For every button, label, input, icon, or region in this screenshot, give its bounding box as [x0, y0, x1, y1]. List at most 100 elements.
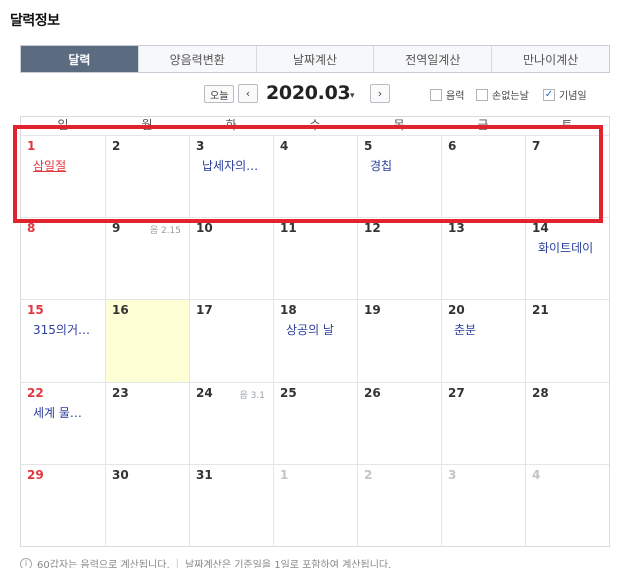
weekday-sat: 토 [561, 118, 573, 132]
day-number: 17 [196, 303, 213, 318]
calendar-day-cell[interactable]: 2 [105, 136, 189, 218]
calendar-day-cell[interactable]: 13 [441, 218, 525, 300]
weekday-header: 일 월 화 수 목 금 토 [21, 117, 609, 136]
day-number: 28 [532, 385, 549, 400]
weekday-wed: 수 [309, 118, 321, 132]
check-icon: ✓ [544, 88, 554, 100]
tab-age-calculator[interactable]: 만나이계산 [491, 46, 609, 72]
day-number: 18 [280, 303, 297, 318]
calendar-tabs: 달력 양음력변환 날짜계산 전역일계산 만나이계산 [20, 45, 610, 73]
calendar-day-cell[interactable]: 31 [189, 464, 273, 547]
calendar-day-cell[interactable]: 30 [105, 464, 189, 547]
anniversary-link[interactable]: 화이트데이 [538, 239, 603, 256]
anniversary-option-label: 기념일 [559, 91, 587, 102]
lunar-date: 음 3.1 [239, 390, 265, 401]
calendar-day-cell[interactable]: 4 [273, 136, 357, 218]
calendar-day-cell[interactable]: 7 [525, 136, 609, 218]
chevron-left-icon: ‹ [245, 87, 251, 100]
calendar-day-cell[interactable]: 3 납세자의… [189, 136, 273, 218]
calendar-day-cell[interactable]: 2 [357, 464, 441, 547]
calendar-day-cell[interactable]: 20 춘분 [441, 300, 525, 382]
calendar-day-cell[interactable]: 11 [273, 218, 357, 300]
anniversary-link[interactable]: 납세자의… [202, 157, 267, 174]
day-number: 2 [112, 139, 121, 153]
weekday-fri: 금 [477, 118, 489, 132]
calendar-day-cell[interactable]: 6 [441, 136, 525, 218]
day-number: 7 [532, 139, 541, 153]
day-number: 22 [27, 385, 44, 400]
day-number: 3 [196, 139, 205, 153]
calendar-day-cell[interactable]: 28 [525, 382, 609, 464]
anniversary-option[interactable]: ✓ 기념일 [543, 87, 587, 102]
page-title: 달력정보 [10, 13, 60, 29]
calendar-day-cell[interactable]: 14 화이트데이 [525, 218, 609, 300]
calendar-day-cell[interactable]: 8 [21, 218, 105, 299]
anniversary-link[interactable]: 경칩 [370, 157, 435, 174]
tab-lunar-converter[interactable]: 양음력변환 [137, 46, 256, 72]
calendar-day-cell[interactable]: 1 삼일절 [21, 136, 105, 217]
lunar-checkbox[interactable] [430, 88, 442, 101]
footer-separator: | [175, 558, 180, 568]
weekday-sun: 일 [57, 118, 69, 132]
tab-discharge-calculator[interactable]: 전역일계산 [373, 46, 492, 72]
day-number: 6 [448, 139, 457, 153]
month-label[interactable]: 2020.03 [266, 82, 351, 104]
day-number: 31 [196, 467, 213, 482]
day-number: 12 [364, 221, 381, 236]
calendar-day-cell[interactable]: 15 315의거… [21, 300, 105, 381]
calendar-day-cell[interactable]: 3 [441, 464, 525, 547]
calendar-day-cell[interactable]: 25 [273, 382, 357, 464]
day-number: 26 [364, 385, 381, 400]
calendar-day-cell[interactable]: 18 상공의 날 [273, 300, 357, 382]
holiday-link[interactable]: 삼일절 [33, 157, 99, 174]
day-number: 1 [27, 139, 36, 153]
day-number: 3 [448, 467, 457, 482]
footer-notes: i 60갑자는 음력으로 계산됩니다. | 날짜계산은 기준일을 1일로 포함하… [20, 556, 391, 568]
info-icon: i [20, 557, 32, 568]
calendar-day-cell[interactable]: 4 [525, 464, 609, 547]
anniversary-link[interactable]: 315의거… [33, 321, 99, 338]
calendar-day-cell[interactable]: 1 [273, 464, 357, 547]
anniversary-link[interactable]: 상공의 날 [286, 321, 351, 338]
calendar-day-cell[interactable]: 22 세계 물… [21, 383, 105, 464]
calendar-day-cell[interactable]: 5 경칩 [357, 136, 441, 218]
footer-note-date-calc: 날짜계산은 기준일을 1일로 포함하여 계산됩니다. [185, 560, 392, 568]
calendar-grid: 일 월 화 수 목 금 토 1 삼일절 2 3 납세자의… 4 5 경칩 6 7 8 9 음 2.15 1… [20, 116, 610, 547]
prev-month-button[interactable]: ‹ [238, 84, 258, 103]
day-number: 5 [364, 139, 373, 153]
calendar-day-cell[interactable]: 9음 2.15 [105, 218, 189, 300]
lunar-option[interactable]: 음력 [430, 87, 464, 102]
calendar-day-cell[interactable]: 29 [21, 465, 105, 547]
calendar-day-cell[interactable]: 16 [105, 300, 189, 382]
calendar-day-cell[interactable]: 12 [357, 218, 441, 300]
tab-calendar[interactable]: 달력 [21, 46, 138, 72]
calendar-weeks: 1 삼일절 2 3 납세자의… 4 5 경칩 6 7 8 9 음 2.15 10 11 12 13 14 화이트데이… [21, 136, 609, 547]
anniversary-link[interactable]: 세계 물… [33, 404, 99, 421]
next-month-button[interactable]: › [370, 84, 390, 103]
anniversary-checkbox[interactable]: ✓ [543, 88, 555, 101]
day-number: 29 [27, 467, 44, 482]
day-number: 23 [112, 385, 129, 400]
calendar-day-cell[interactable]: 23 [105, 382, 189, 464]
day-number: 20 [448, 303, 465, 318]
calendar-day-cell[interactable]: 10 [189, 218, 273, 300]
calendar-day-cell[interactable]: 24 음 3.1 [189, 382, 273, 464]
footer-note-ganji: 60갑자는 음력으로 계산됩니다. [37, 560, 170, 568]
tab-date-calculator[interactable]: 날짜계산 [255, 46, 374, 72]
caret-down-icon[interactable]: ▾ [350, 91, 355, 101]
day-number: 30 [112, 467, 129, 482]
today-button[interactable]: 오늘 [204, 85, 235, 103]
calendar-week: 29 30 31 1 2 3 4 [21, 464, 609, 547]
anniversary-link[interactable]: 춘분 [454, 321, 519, 338]
calendar-day-cell[interactable]: 26 [357, 382, 441, 464]
auspicious-day-checkbox[interactable] [476, 88, 488, 101]
calendar-day-cell[interactable]: 21 [525, 300, 609, 382]
lunar-date: 음 2.15 [149, 226, 181, 237]
calendar-day-cell[interactable]: 19 [357, 300, 441, 382]
calendar-toolbar: 오늘 ‹ 2020.03 ▾ › 음력 손없는날 ✓ 기념일 [20, 82, 610, 108]
calendar-day-cell[interactable]: 27 [441, 382, 525, 464]
auspicious-day-option[interactable]: 손없는날 [476, 87, 529, 102]
calendar-day-cell[interactable]: 17 [189, 300, 273, 382]
day-number: 4 [532, 467, 541, 482]
day-number: 10 [196, 221, 213, 236]
